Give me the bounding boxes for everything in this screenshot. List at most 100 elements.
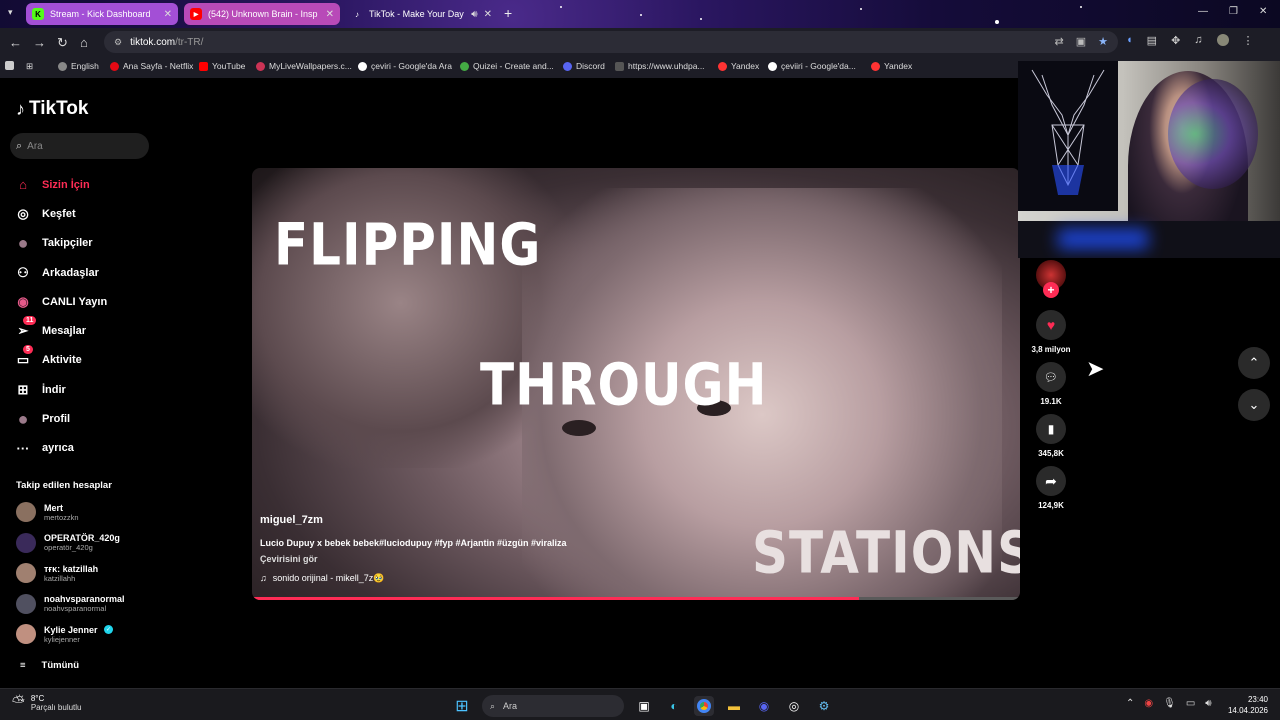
close-tab-icon[interactable]: ✕ xyxy=(164,9,172,20)
puzzle-icon[interactable]: ✥ xyxy=(1171,34,1180,47)
bookmark-item[interactable]: https://www.uhdpa... xyxy=(615,61,705,71)
search-placeholder: Ara xyxy=(27,140,43,152)
next-video-button[interactable]: ⌄ xyxy=(1238,389,1270,421)
weather-widget[interactable]: ⛅︎ 8°C Parçalı bulutlu xyxy=(12,694,82,712)
media-icon[interactable]: ♫ xyxy=(1194,34,1202,47)
sidebar-item-9[interactable]: ● Profil xyxy=(14,404,164,433)
address-bar[interactable]: ⚙ tiktok.com/tr-TR/ ⇄ ▣ ★ xyxy=(104,31,1118,53)
bookmark-item[interactable]: Ana Sayfa - Netflix xyxy=(110,61,193,71)
video-player[interactable]: FLIPPING THROUGH STATIONS miguel_7zm Luc… xyxy=(252,168,1020,600)
sidebar-item-4[interactable]: ⚇ Arkadaşlar xyxy=(14,258,164,287)
bookmark-item[interactable]: MyLiveWallpapers.c... xyxy=(256,61,352,71)
taskbar-search[interactable]: ⌕ Ara xyxy=(482,695,624,717)
close-window-button[interactable]: ✕ xyxy=(1259,6,1267,17)
forward-button[interactable]: → xyxy=(33,35,46,50)
video-info: miguel_7zm Lucio Dupuy x bebek bebek#luc… xyxy=(260,514,567,584)
steam-icon[interactable]: ⚙ xyxy=(814,696,834,716)
bookmark-item[interactable]: Yandex xyxy=(718,61,759,71)
bookmark-item[interactable]: YouTube xyxy=(199,61,245,71)
following-account[interactable]: Kylie Jenner kyliejenner ✓ xyxy=(16,624,166,644)
audio-icon[interactable]: 🔊︎ xyxy=(471,9,477,20)
site-info-icon[interactable]: ⚙ xyxy=(114,37,122,48)
home-button[interactable]: ⌂ xyxy=(80,35,88,50)
reload-button[interactable]: ↻ xyxy=(57,35,68,51)
comment-action[interactable]: 💬︎ 19.1K xyxy=(1034,362,1068,406)
comment-icon[interactable]: 💬︎ xyxy=(1036,362,1066,392)
account-handle: operatör_420g xyxy=(44,543,93,552)
extension-icon[interactable]: ▤ xyxy=(1147,34,1157,47)
sidebar-item-10[interactable]: ··· ayrıca xyxy=(14,434,164,463)
tray-app-icon[interactable]: ◉ xyxy=(1144,698,1153,709)
file-explorer-icon[interactable]: ▬ xyxy=(724,696,744,716)
back-button[interactable]: ← xyxy=(9,35,22,50)
sidebar-item-2[interactable]: ◎ Keşfet xyxy=(14,199,164,228)
following-title: Takip edilen hesaplar xyxy=(16,480,112,491)
video-progress-fill xyxy=(252,597,859,600)
bookmark-item[interactable]: çeviri - Google'da Ara xyxy=(358,61,452,71)
tab-search-icon[interactable]: ▾ xyxy=(8,7,13,18)
video-progress-bar[interactable] xyxy=(252,597,1020,600)
sidebar-item-5[interactable]: ◉ CANLI Yayın xyxy=(14,287,164,316)
sidebar-item-8[interactable]: ⊞ İndir xyxy=(14,375,164,404)
cast-icon[interactable]: ▣ xyxy=(1076,35,1086,48)
bookmark-item[interactable]: çeviiri - Google'da... xyxy=(768,61,856,71)
share-action[interactable]: ➦ 124,9K xyxy=(1034,466,1068,510)
share-icon[interactable]: ➦ xyxy=(1036,466,1066,496)
tab-kick-dashboard[interactable]: K Stream - Kick Dashboard ✕ xyxy=(26,3,178,25)
network-icon[interactable]: ▭ xyxy=(1186,698,1195,709)
restore-button[interactable]: ❐ xyxy=(1229,6,1238,17)
search-input[interactable]: ⌕ Ara xyxy=(10,133,149,159)
new-tab-button[interactable]: + xyxy=(504,5,512,21)
translate-link[interactable]: Çevirisini gör xyxy=(260,554,567,564)
menu-icon[interactable]: ⋮ xyxy=(1243,34,1254,47)
discord-icon[interactable]: ◉ xyxy=(754,696,774,716)
see-all-button[interactable]: ≡ Tümünü xyxy=(20,660,79,671)
bookmark-item[interactable]: Quizei - Create and... xyxy=(460,61,554,71)
close-tab-icon[interactable]: ✕ xyxy=(326,9,334,20)
minimize-button[interactable]: — xyxy=(1198,6,1208,17)
clock[interactable]: 23:40 14.04.2026 xyxy=(1228,694,1268,716)
extension-icon[interactable]: ◖ xyxy=(1126,34,1133,47)
windows-start-icon[interactable]: ⊞ xyxy=(452,696,472,716)
volume-icon[interactable]: 🔊︎ xyxy=(1205,698,1211,709)
following-account[interactable]: noahvsparanormal noahvsparanormal xyxy=(16,593,166,614)
previous-video-button[interactable]: ⌃ xyxy=(1238,347,1270,379)
like-action[interactable]: ♥ 3,8 milyon xyxy=(1031,310,1071,354)
sidebar-item-6[interactable]: ➢ 11 Mesajlar xyxy=(14,316,164,345)
sidebar-item-7[interactable]: ▭ 5 Aktivite xyxy=(14,345,164,375)
follow-plus-button[interactable]: + xyxy=(1043,282,1059,298)
bookmark-icon[interactable]: ▮ xyxy=(1036,414,1066,444)
bookmark-item[interactable]: Discord xyxy=(563,61,605,71)
heart-icon[interactable]: ♥ xyxy=(1036,310,1066,340)
bookmark-item[interactable]: English xyxy=(58,61,99,71)
tiktok-logo[interactable]: ♪ TikTok xyxy=(16,98,88,120)
close-tab-icon[interactable]: ✕ xyxy=(484,9,492,20)
bookmark-item[interactable]: Yandex xyxy=(871,61,912,71)
tab-youtube[interactable]: ▶ (542) Unknown Brain - Insp ✕ xyxy=(184,3,340,25)
system-tray: ⌃ ◉ 🎙︎ ▭ 🔊︎ xyxy=(1126,698,1212,709)
activity-icon: ▭ 5 xyxy=(14,345,33,369)
sidebar-item-label: ayrıca xyxy=(42,442,74,455)
save-action[interactable]: ▮ 345,8K xyxy=(1034,414,1068,458)
chrome-icon[interactable] xyxy=(694,696,714,716)
following-account[interactable]: ᴛғᴋ: katzillah katzillahh xyxy=(16,563,166,583)
following-account[interactable]: Mert mertozzkn xyxy=(16,502,166,522)
task-view-icon[interactable]: ▣ xyxy=(634,696,654,716)
chevron-up-icon[interactable]: ⌃ xyxy=(1126,698,1134,709)
music-link[interactable]: ♫ sonido orijinal - mikell_7z🥹 xyxy=(260,573,567,584)
translate-icon[interactable]: ⇄ xyxy=(1055,35,1064,48)
sidebar-item-label: Sizin İçin xyxy=(42,178,90,191)
following-account[interactable]: OPERATÖR_420g operatör_420g xyxy=(16,532,166,553)
sidebar-item-3[interactable]: ● Takipçiler xyxy=(14,229,164,258)
bookmark-star-icon[interactable]: ★ xyxy=(1098,35,1108,48)
apps-icon[interactable]: ⊞ xyxy=(26,61,33,72)
sidepanel-icon[interactable] xyxy=(5,61,14,70)
avatar[interactable] xyxy=(1216,34,1229,46)
profile-avatar-icon: ● xyxy=(17,408,29,429)
edge-icon[interactable]: ◐ xyxy=(664,696,684,716)
video-author[interactable]: miguel_7zm xyxy=(260,514,567,526)
microphone-icon[interactable]: 🎙︎ xyxy=(1163,698,1176,709)
sidebar-item-1[interactable]: ⌂ Sizin İçin xyxy=(14,170,164,199)
obs-icon[interactable]: ◎ xyxy=(784,696,804,716)
tab-tiktok[interactable]: ♪ TikTok - Make Your Day 🔊︎ ✕ xyxy=(345,3,498,25)
